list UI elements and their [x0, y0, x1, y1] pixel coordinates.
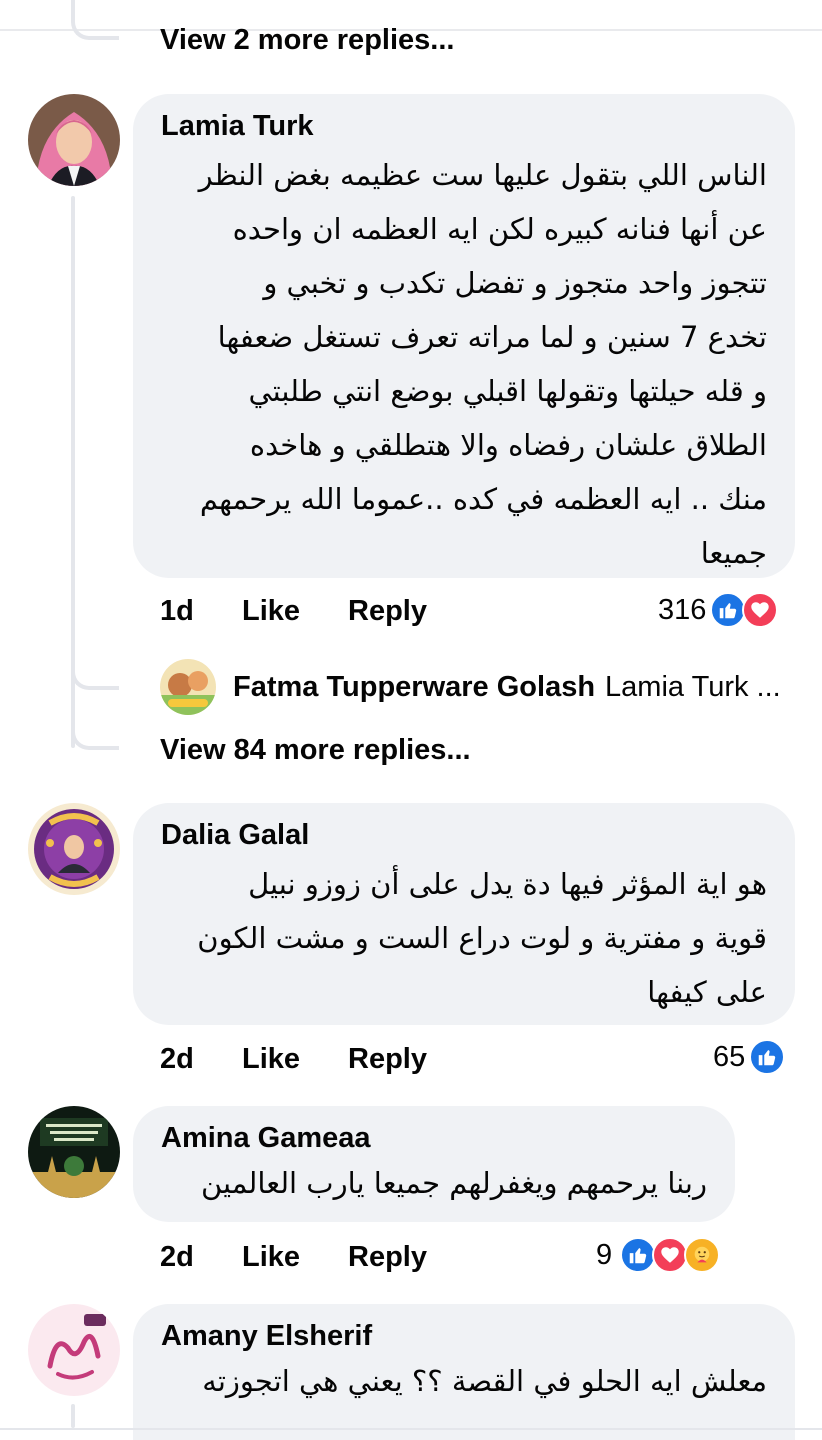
like-icon	[749, 1039, 786, 1075]
care-icon	[684, 1237, 721, 1273]
comment-author[interactable]: Lamia Turk	[161, 108, 767, 144]
comment-text: معلش ايه الحلو في القصة ؟؟ يعني هي اتجوز…	[202, 1364, 767, 1398]
comment-actions: 2d Like Reply	[160, 1040, 427, 1078]
reply-preview[interactable]: Fatma Tupperware Golash Lamia Turk ...	[233, 668, 781, 706]
view-more-replies-link[interactable]: View 84 more replies...	[160, 734, 471, 767]
reaction-summary[interactable]: 9	[596, 1235, 721, 1275]
comment-bubble[interactable]: Lamia Turk الناس اللي بتقول عليها ست عظي…	[133, 94, 795, 578]
comment-timestamp[interactable]: 2d	[160, 1241, 242, 1274]
comment-actions: 1d Like Reply	[160, 592, 427, 630]
comment-text: هو اية المؤثر فيها دة يدل على أن زوزو نب…	[197, 867, 767, 1009]
reaction-count: 65	[713, 1040, 746, 1073]
avatar-image	[28, 803, 120, 895]
comment-author[interactable]: Amany Elsherif	[161, 1318, 767, 1354]
reply-button[interactable]: Reply	[348, 1043, 427, 1076]
comment-text: ربنا يرحمهم ويغفرلهم جميعا يارب العالمين	[200, 1166, 707, 1200]
comment-bubble[interactable]: Dalia Galal هو اية المؤثر فيها دة يدل عل…	[133, 803, 795, 1025]
reaction-count: 316	[658, 593, 707, 626]
avatar[interactable]	[28, 1106, 120, 1198]
reply-button[interactable]: Reply	[348, 1241, 427, 1274]
like-button[interactable]: Like	[242, 1241, 348, 1274]
like-icon	[620, 1237, 657, 1273]
bottom-divider	[0, 1428, 822, 1430]
reply-avatar[interactable]	[160, 659, 216, 715]
reply-button[interactable]: Reply	[348, 595, 427, 628]
avatar[interactable]	[28, 1304, 120, 1396]
thread-connector	[71, 0, 119, 40]
thread-connector	[71, 700, 119, 750]
love-icon	[742, 592, 779, 628]
comment-author[interactable]: Amina Gameaa	[161, 1120, 707, 1156]
reaction-count: 9	[596, 1238, 613, 1271]
love-icon	[652, 1237, 689, 1273]
avatar-image	[160, 659, 216, 715]
avatar-image	[28, 94, 120, 186]
comment-text: الناس اللي بتقول عليها ست عظيمه بغض النظ…	[198, 158, 767, 570]
reply-author[interactable]: Fatma Tupperware Golash	[233, 671, 595, 704]
avatar[interactable]	[28, 803, 120, 895]
comment-bubble[interactable]: Amina Gameaa ربنا يرحمهم ويغفرلهم جميعا …	[133, 1106, 735, 1222]
like-button[interactable]: Like	[242, 1043, 348, 1076]
avatar-image	[28, 1304, 120, 1396]
like-button[interactable]: Like	[242, 595, 348, 628]
reaction-summary[interactable]: 65	[713, 1037, 786, 1077]
reply-snippet: Lamia Turk ...	[605, 670, 781, 703]
thread-line	[71, 1404, 75, 1428]
comment-actions: 2d Like Reply	[160, 1238, 427, 1276]
avatar[interactable]	[28, 94, 120, 186]
comment-author[interactable]: Dalia Galal	[161, 817, 767, 853]
like-icon	[710, 592, 747, 628]
thread-connector	[71, 640, 119, 690]
reaction-summary[interactable]: 316	[658, 590, 779, 630]
comment-timestamp[interactable]: 2d	[160, 1043, 242, 1076]
view-more-replies-link[interactable]: View 2 more replies...	[160, 24, 454, 57]
comment-timestamp[interactable]: 1d	[160, 595, 242, 628]
comment-bubble[interactable]: Amany Elsherif معلش ايه الحلو في القصة ؟…	[133, 1304, 795, 1440]
avatar-image	[28, 1106, 120, 1198]
